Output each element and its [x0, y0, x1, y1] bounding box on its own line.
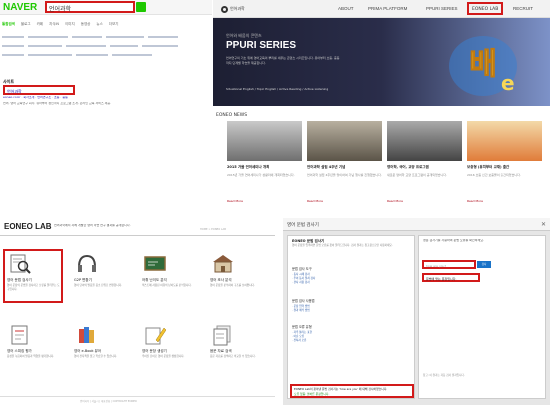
naver-search-panel: NAVER 언어과학 통합검색 블로그 카페 지식iN 이미지 동영상 뉴스 더…: [0, 0, 212, 120]
news-thumbnail: [467, 121, 542, 161]
papers-icon: [213, 325, 231, 346]
eoneo-homepage: 언어과학 ABOUT PRIMA PLATFORM PPURI SERIES E…: [213, 0, 550, 215]
nav-about[interactable]: ABOUT: [338, 6, 354, 11]
tab-news[interactable]: 뉴스: [96, 22, 102, 27]
check-result-highlight: EONEO Lab이 찾아낸 문법 검사기는 'how are you' 에 대…: [290, 384, 414, 398]
close-icon[interactable]: ✕: [541, 221, 546, 228]
news-item[interactable]: 영어학, 국어, 교양 프로그램 새로운 영어학 교양 프로그램이 공개되었습니…: [387, 121, 462, 215]
site-result-title[interactable]: 언어과학: [7, 89, 22, 95]
info-description: 영어 문장을 입력하면 문법 오류를 찾아 알려드립니다. 검사 결과는 참고용…: [292, 244, 393, 247]
lab-item-speaking[interactable]: 영어 스피킹 평가 음성을 녹음하여 발음과 억양을 평가합니다.: [5, 322, 63, 378]
search-input[interactable]: 언어과학: [45, 1, 135, 13]
hero-tags: Situational English / Topic English / Ac…: [226, 88, 329, 91]
tab-video[interactable]: 동영상: [81, 22, 91, 27]
naver-logo[interactable]: NAVER: [3, 2, 37, 13]
tab-blog[interactable]: 블로그: [21, 22, 31, 27]
hero-banner[interactable]: 언어와 배움의 콘텐츠 PPURI SERIES 언어연구의 기초 위에 영어교…: [213, 18, 550, 106]
read-more-link[interactable]: Read More: [307, 199, 323, 203]
dialog-info-panel: EONEO 문법 검사기 영어 문장을 입력하면 문법 오류를 찾아 알려드립니…: [287, 235, 415, 399]
result-check-highlight: 문법에 맞는 문장입니다.: [422, 273, 480, 282]
lab-item-phonology[interactable]: 음운 자료 검색 음운 자료를 검색하고 비교할 수 있습니다.: [208, 322, 266, 378]
info-section: 문법 검사 사용법 · 문장 입력 방법 · 결과 해석 방법: [292, 299, 315, 313]
related-searches: [2, 34, 207, 61]
read-more-link[interactable]: Read More: [387, 199, 403, 203]
news-item[interactable]: 2015 가을 연어세미나 개최 2015년 가을 연어세미나가 성황리에 개최…: [227, 121, 302, 215]
sentence-input[interactable]: how are you?: [422, 260, 476, 269]
tab-more[interactable]: 더보기: [109, 22, 119, 27]
nav-recruit[interactable]: RECRUIT: [513, 6, 533, 11]
info-section: 문법 오류 유형 · 자주 틀리는 표현 · 어순 오류 · 전치사 오류: [292, 325, 313, 343]
news-heading: EONEO NEWS: [216, 113, 248, 118]
dialog-header: 영어 문법 검사기 ✕: [283, 218, 550, 231]
footer: 언어과학 | 서울시 | 대표전화 | COPYRIGHT EONEO: [0, 396, 275, 405]
lab-description: 언어과학에서 자체 개발한 영어 학습 연구 결과를 공개합니다.: [54, 224, 131, 227]
result-line-1: EONEO Lab이 찾아낸 문법 검사기는 'how are you' 에 대…: [294, 387, 388, 391]
headphones-icon: [78, 254, 96, 272]
breadcrumb[interactable]: HOME > EONEO LAB: [200, 228, 226, 231]
books-icon: [79, 327, 94, 343]
tab-cafe[interactable]: 카페: [37, 22, 43, 27]
magnifier-document-icon: [10, 254, 31, 274]
site-description: 언어, 영어 교육연구 회사, 유아부터 성인까지 프로그램 소개, 온라인 교…: [3, 102, 112, 105]
tab-all[interactable]: 통합검색: [2, 22, 15, 27]
news-thumbnail: [387, 121, 462, 161]
dialog-input-panel: 영문 검사기를 사용하여 문법 오류를 확인하세요. how are you? …: [418, 235, 546, 399]
news-thumbnail: [307, 121, 382, 161]
hero-description: 언어연구의 기초 위에 영어교육의 뿌리를 세우는 콘텐츠 시리즈입니다. 유아…: [226, 56, 340, 65]
lab-item-vocab[interactable]: 어휘 난이도 분석 텍스트에 사용된 어휘의 난이도를 분석합니다.: [140, 251, 198, 307]
result-check-label: 문법에 맞는 문장입니다.: [426, 277, 457, 281]
news-item[interactable]: 보충형 (유치부터 교재) 출간 2016 초등 신간 보충물이 출간되었습니다…: [467, 121, 542, 215]
nav-eoneo-lab[interactable]: EONEO LAB: [467, 2, 503, 15]
chalkboard-icon: [144, 256, 166, 271]
lab-title: EONEO LAB: [4, 222, 52, 231]
tab-kin[interactable]: 지식iN: [49, 22, 59, 27]
svg-text:e: e: [501, 71, 515, 95]
result-line-2: 오류 없음: 올바른 문장입니다.: [294, 392, 330, 396]
grammar-checker-dialog: 영어 문법 검사기 ✕ EONEO 문법 검사기 영어 문장을 입력하면 문법 …: [283, 218, 550, 405]
input-instruction: 영문 검사기를 사용하여 문법 오류를 확인하세요.: [423, 239, 484, 242]
eoneo-lab-page: EONEO LAB 언어과학에서 자체 개발한 영어 학습 연구 결과를 공개합…: [0, 218, 275, 405]
naver-top-bar: NAVER 언어과학: [0, 0, 212, 15]
nav-ppuri-series[interactable]: PPURI SERIES: [426, 6, 458, 11]
tab-image[interactable]: 이미지: [65, 22, 75, 27]
info-section: 문법 검사 도구 · 동사 시제 검사 · 주어 동사 일치 검사 · 관사 사…: [292, 267, 316, 285]
check-button[interactable]: 검사: [477, 261, 491, 268]
hero-subtitle: 언어와 배움의 콘텐츠: [226, 33, 262, 38]
eoneo-logo[interactable]: 언어과학: [221, 3, 247, 15]
pencil-paper-icon: [145, 327, 166, 345]
divider: [0, 235, 275, 236]
lab-item-analysis[interactable]: 영어 조사 분석 영어 문장을 분석하여 구조를 보여줍니다.: [208, 251, 266, 307]
lab-item-sentence[interactable]: 영어 문장 생성기 주어진 단어로 영어 문장을 생성합니다.: [140, 322, 198, 378]
site-sublinks[interactable]: eoneo.co.kr · 회사소개 · 언어연구소 · 초등 · 중등: [3, 96, 68, 100]
notebook-icon: [11, 325, 28, 345]
search-tabs: 통합검색 블로그 카페 지식iN 이미지 동영상 뉴스 더보기: [2, 22, 119, 27]
school-building-icon: [213, 255, 233, 273]
search-query: 언어과학: [49, 6, 72, 13]
top-navigation: 언어과학 ABOUT PRIMA PLATFORM PPURI SERIES E…: [213, 0, 550, 18]
search-button[interactable]: [136, 2, 146, 12]
hero-title: PPURI SERIES: [226, 40, 297, 51]
site-result-highlight[interactable]: 언어과학: [3, 85, 75, 95]
lab-item-g2p[interactable]: G2P 변환기 영어 단어의 발음을 음소 단위로 변환합니다.: [72, 251, 130, 307]
logo-icon: [221, 5, 228, 13]
lab-item-ebook[interactable]: 영어 e-Book 뷰어 영어 전자책을 읽고 학습할 수 있습니다.: [72, 322, 130, 378]
dialog-title: 영어 문법 검사기: [287, 223, 319, 228]
news-item[interactable]: 언어과학 설립 4주년 기념 언어과학 설립 4주년을 맞이하여 기념 행사를 …: [307, 121, 382, 215]
svg-text:배: 배: [469, 47, 497, 82]
nav-prima-platform[interactable]: PRIMA PLATFORM: [368, 6, 407, 11]
read-more-link[interactable]: Read More: [227, 199, 243, 203]
read-more-link[interactable]: Read More: [467, 199, 483, 203]
dialog-note: 참고: 이 결과는 자동 검사 결과입니다.: [423, 374, 465, 377]
ppuri-logo-icon: 배 e: [449, 36, 517, 96]
lab-item-grammar-checker[interactable]: 영어 문법 검사기 영어 문장의 문법을 검사하고 오류를 알려주는 도구입니다…: [5, 251, 63, 307]
news-thumbnail: [227, 121, 302, 161]
